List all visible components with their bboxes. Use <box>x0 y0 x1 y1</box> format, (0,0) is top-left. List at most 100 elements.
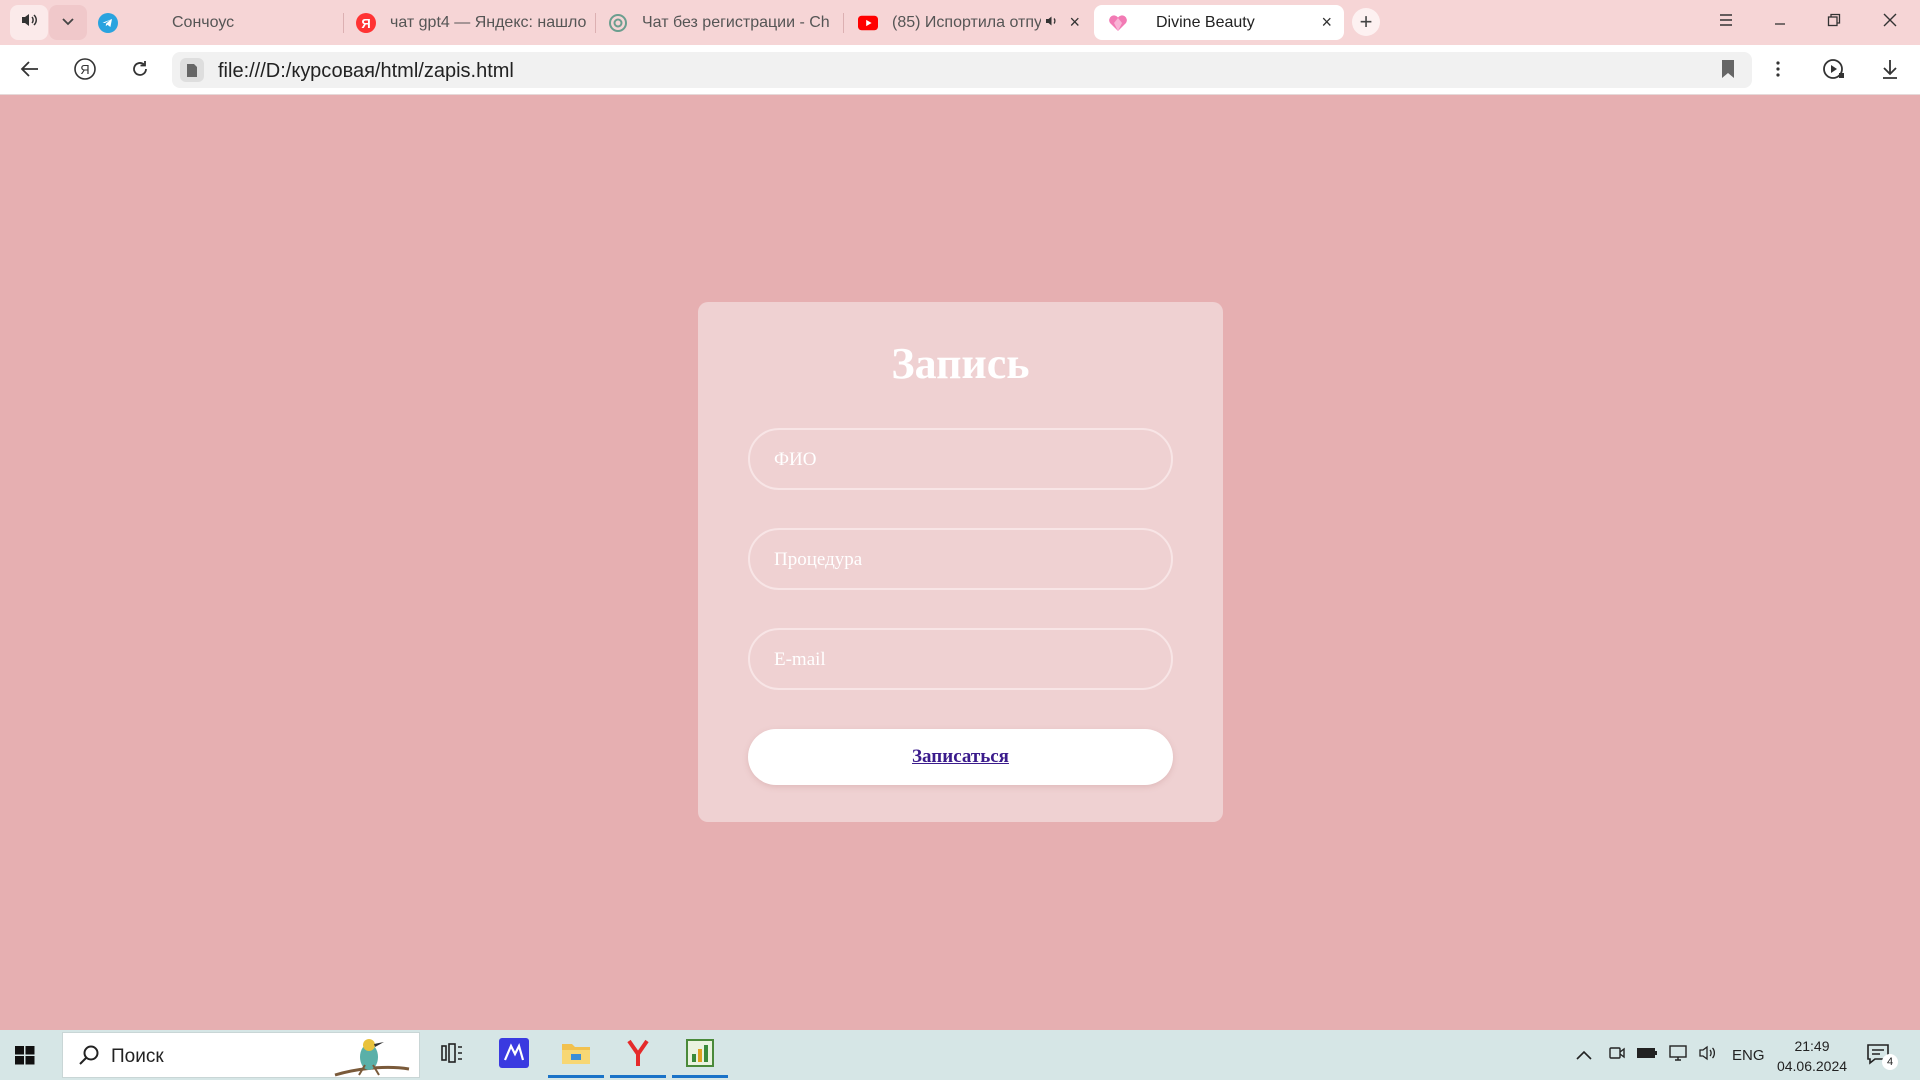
telegram-icon <box>98 12 118 33</box>
show-hidden-icons-button[interactable] <box>1576 1030 1592 1080</box>
tab-title: чат gpt4 — Яндекс: нашло <box>390 13 586 31</box>
more-options-button[interactable] <box>1762 55 1794 87</box>
submit-booking-button[interactable]: Записаться <box>748 729 1173 785</box>
tab-telegram[interactable]: Сончоус <box>98 5 344 40</box>
booking-form-card: Запись ФИО Процедура E-mail Записаться <box>698 302 1223 822</box>
tab-divine-beauty[interactable]: Divine Beauty × <box>1094 5 1344 40</box>
close-icon[interactable]: × <box>1059 12 1086 33</box>
speaker-icon[interactable] <box>1045 14 1059 32</box>
language-label: ENG <box>1732 1046 1765 1064</box>
email-placeholder: E-mail <box>774 649 826 670</box>
tray-volume[interactable] <box>1698 1030 1718 1080</box>
active-indicator <box>548 1075 604 1078</box>
app-editor-icon <box>499 1037 529 1073</box>
browser-tabstrip: Сончоус Я чат gpt4 — Яндекс: нашло Чат б… <box>0 0 1920 45</box>
yandex-icon: Я <box>356 12 376 33</box>
taskbar-chart-app[interactable] <box>672 1033 728 1078</box>
task-view-button[interactable] <box>424 1033 480 1077</box>
tab-title: Чат без регистрации - Ch <box>642 13 830 31</box>
active-indicator <box>610 1075 666 1078</box>
submit-booking-label: Записаться <box>912 746 1009 767</box>
tab-chatgpt[interactable]: Чат без регистрации - Ch <box>608 5 844 40</box>
form-title: Запись <box>891 339 1030 388</box>
camera-icon <box>1608 1045 1626 1065</box>
chart-app-icon <box>685 1038 715 1073</box>
close-window-button[interactable] <box>1870 8 1910 36</box>
url-text[interactable]: file:///D:/курсовая/html/zapis.html <box>218 60 514 83</box>
restore-button[interactable] <box>1814 8 1854 36</box>
tab-list-button[interactable] <box>49 5 87 40</box>
chevron-up-icon <box>1576 1047 1592 1064</box>
restore-icon <box>1827 13 1841 32</box>
full-name-input[interactable]: ФИО <box>748 428 1173 490</box>
downloads-button[interactable] <box>1874 55 1906 87</box>
chatgpt-icon <box>608 13 628 33</box>
minimize-icon <box>1773 13 1787 32</box>
file-icon[interactable] <box>180 58 204 82</box>
search-icon <box>77 1043 101 1072</box>
clock-date: 04.06.2024 <box>1776 1058 1848 1074</box>
tab-title: (85) Испортила отпу <box>892 13 1042 31</box>
tray-meet-now[interactable] <box>1608 1030 1626 1080</box>
search-label: Поиск <box>111 1046 164 1067</box>
svg-text:Я: Я <box>361 16 370 31</box>
media-player-button[interactable] <box>1818 55 1850 87</box>
volume-icon <box>1698 1045 1718 1065</box>
tab-separator <box>843 13 844 33</box>
taskbar-yandex-browser[interactable] <box>610 1033 666 1078</box>
bird-illustration-icon <box>327 1035 411 1080</box>
close-icon <box>1883 13 1897 32</box>
reload-button[interactable] <box>124 55 156 87</box>
tab-audio-button[interactable] <box>10 5 48 40</box>
tab-title: Сончоус <box>172 13 235 31</box>
windows-logo-icon <box>15 1046 35 1065</box>
network-icon <box>1668 1044 1690 1066</box>
close-icon[interactable]: × <box>1313 12 1344 33</box>
tab-youtube[interactable]: (85) Испортила отпу × <box>858 5 1086 40</box>
tray-language[interactable]: ENG <box>1732 1030 1765 1080</box>
new-tab-button[interactable]: + <box>1352 8 1380 36</box>
procedure-placeholder: Процедура <box>774 549 863 570</box>
task-view-icon <box>441 1042 463 1068</box>
notification-count-badge: 4 <box>1882 1054 1898 1070</box>
heart-icon <box>1108 13 1128 33</box>
play-circle-icon <box>1822 57 1846 86</box>
minimize-button[interactable] <box>1760 8 1800 36</box>
youtube-icon <box>858 13 878 33</box>
speaker-icon <box>20 12 38 33</box>
notification-center-button[interactable]: 4 <box>1866 1042 1898 1073</box>
reload-icon <box>130 59 150 84</box>
tab-yandex-search[interactable]: Я чат gpt4 — Яндекс: нашло <box>356 5 596 40</box>
tab-title: Divine Beauty <box>1156 13 1255 31</box>
menu-icon <box>1718 13 1734 32</box>
full-name-placeholder: ФИО <box>774 449 817 470</box>
active-indicator <box>672 1075 728 1078</box>
windows-start-button[interactable] <box>10 1040 40 1070</box>
yandex-browser-icon <box>623 1038 653 1073</box>
chevron-down-icon <box>61 14 75 32</box>
download-icon <box>1880 58 1900 85</box>
address-bar[interactable]: file:///D:/курсовая/html/zapis.html <box>172 52 1752 88</box>
kebab-menu-icon <box>1775 60 1781 83</box>
folder-icon <box>561 1040 591 1071</box>
arrow-left-icon <box>20 60 40 83</box>
taskbar-file-explorer[interactable] <box>548 1033 604 1078</box>
windows-taskbar: Поиск ENG 21:49 04.06.2024 4 <box>0 1030 1920 1080</box>
svg-text:Я: Я <box>80 62 89 77</box>
browser-menu-button[interactable] <box>1706 8 1746 36</box>
back-button[interactable] <box>14 55 46 87</box>
bookmark-icon[interactable] <box>1720 59 1736 84</box>
taskbar-search[interactable]: Поиск <box>62 1032 420 1078</box>
tab-separator <box>343 13 344 33</box>
tray-battery[interactable] <box>1636 1030 1658 1080</box>
taskbar-app-editor[interactable] <box>486 1033 542 1077</box>
procedure-input[interactable]: Процедура <box>748 528 1173 590</box>
tab-separator <box>595 13 596 33</box>
yandex-home-button[interactable]: Я <box>69 55 101 87</box>
tray-network[interactable] <box>1668 1030 1690 1080</box>
email-input[interactable]: E-mail <box>748 628 1173 690</box>
tray-clock[interactable]: 21:49 04.06.2024 <box>1772 1036 1852 1076</box>
plus-icon: + <box>1359 9 1373 34</box>
browser-toolbar: Я file:///D:/курсовая/html/zapis.html <box>0 45 1920 95</box>
clock-time: 21:49 <box>1794 1038 1830 1054</box>
